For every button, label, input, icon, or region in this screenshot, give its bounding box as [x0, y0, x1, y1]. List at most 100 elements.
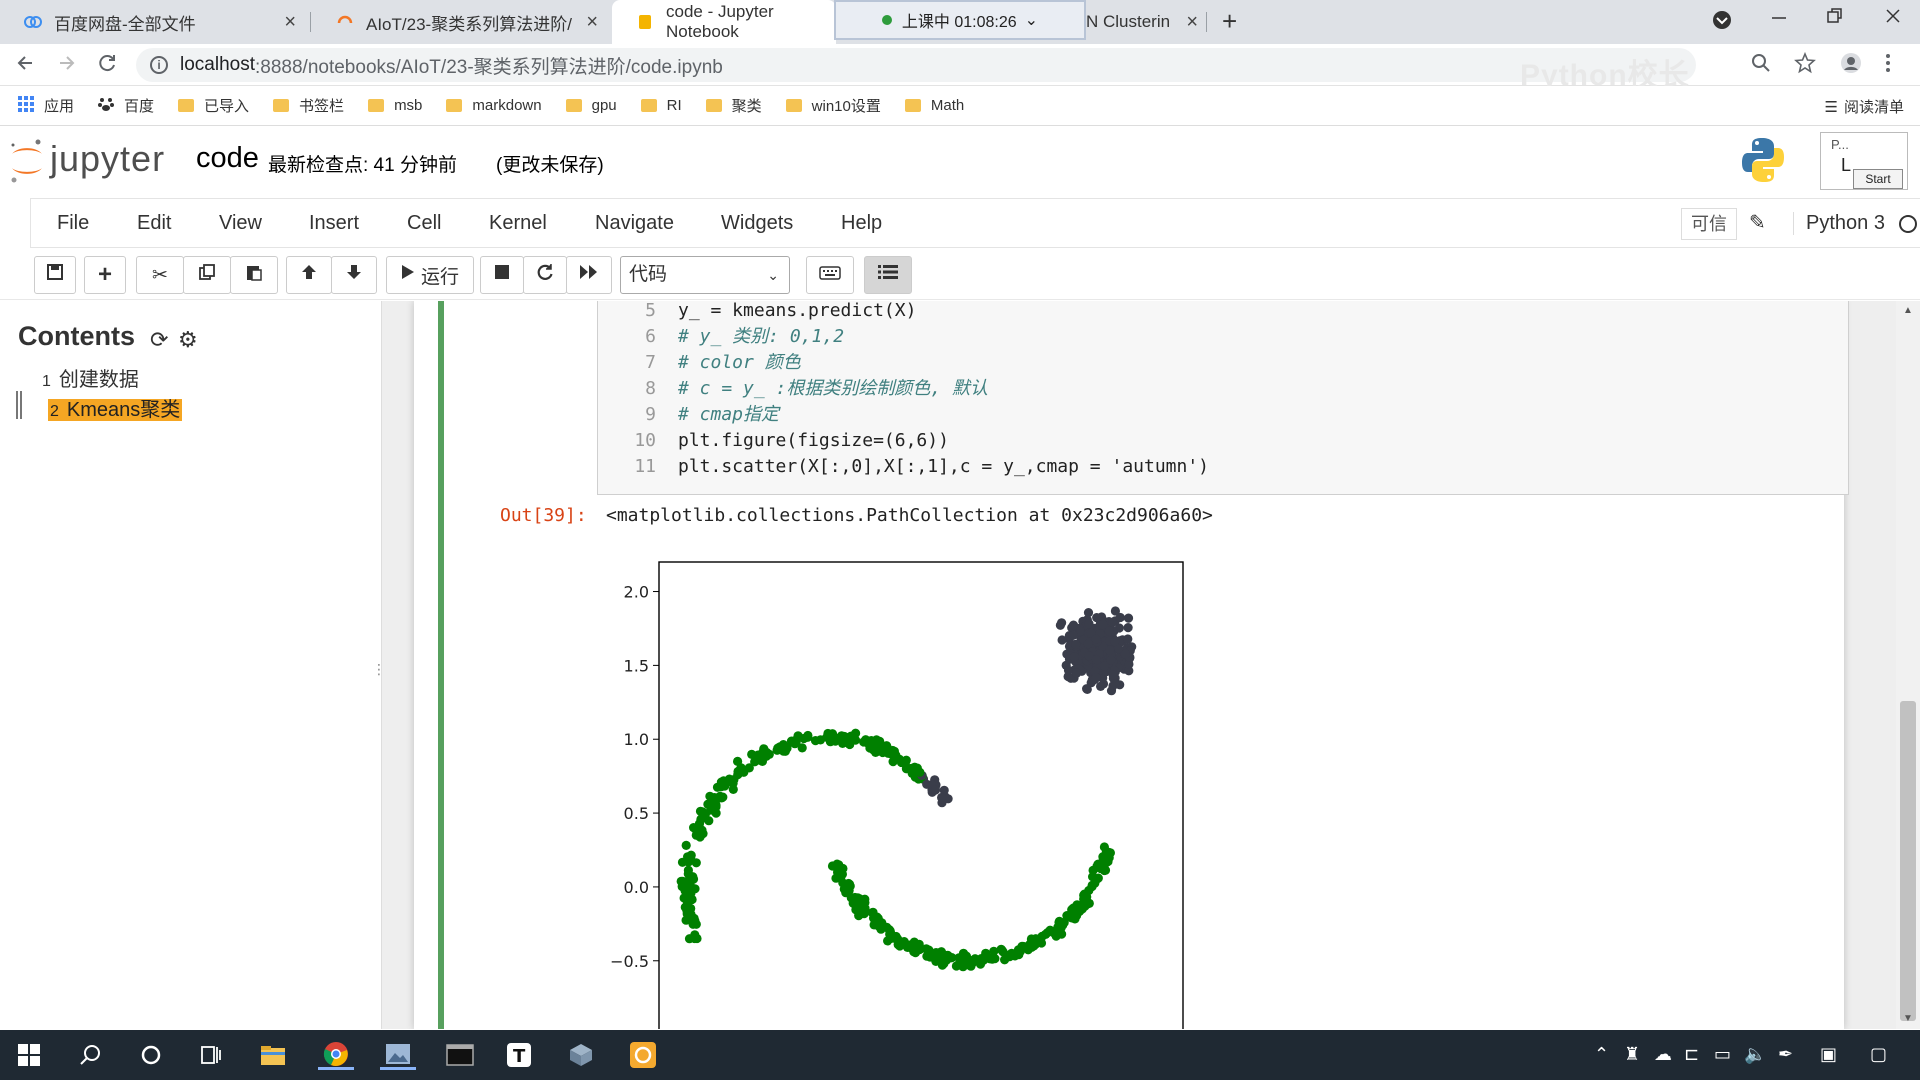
network-icon[interactable]: ⊏ [1684, 1044, 1699, 1065]
restart-button[interactable] [523, 256, 567, 294]
recorder-app-icon[interactable] [628, 1040, 658, 1070]
trusted-badge[interactable]: 可信 [1681, 208, 1737, 240]
bookmark-star-icon[interactable] [1794, 51, 1816, 80]
bookmark-folder[interactable]: 聚类 [705, 95, 762, 116]
menu-edit[interactable]: Edit [137, 212, 171, 235]
tab-search-icon[interactable] [1712, 10, 1732, 36]
jupyter-logo-icon[interactable] [8, 136, 44, 184]
menu-help[interactable]: Help [841, 212, 882, 235]
toc-toggle-button[interactable] [864, 256, 912, 294]
bookmark-folder[interactable]: 书签栏 [273, 95, 344, 116]
interrupt-button[interactable] [480, 256, 524, 294]
tray-expand-icon[interactable]: ⌃ [1594, 1044, 1609, 1065]
new-tab-button[interactable]: + [1222, 6, 1237, 37]
url-input[interactable]: i localhost:8888/notebooks/AIoT/23-聚类系列算… [136, 48, 1696, 82]
scatter-point [1063, 665, 1074, 675]
gear-icon[interactable]: ⚙ [178, 327, 198, 353]
restart-run-all-button[interactable] [566, 256, 612, 294]
run-button[interactable]: 运行 [386, 256, 474, 294]
menu-view[interactable]: View [219, 212, 262, 235]
paste-button[interactable] [230, 256, 278, 294]
tray-orange-icon[interactable]: ▣ [1820, 1044, 1837, 1065]
back-icon[interactable] [14, 52, 36, 80]
tab-baidu-pan[interactable]: 百度网盘-全部文件 × [0, 0, 310, 44]
typora-icon[interactable]: T [504, 1040, 534, 1070]
windows-start-icon[interactable] [14, 1040, 44, 1070]
bookmark-folder[interactable]: Math [904, 97, 964, 114]
bookmark-folder[interactable]: msb [368, 97, 422, 114]
cortana-icon[interactable] [136, 1040, 166, 1070]
close-tab-icon[interactable]: × [284, 11, 296, 34]
bookmark-folder[interactable]: 已导入 [178, 95, 249, 116]
menu-file[interactable]: File [57, 212, 89, 235]
pen-icon[interactable]: ✒ [1778, 1044, 1793, 1065]
bookmark-apps[interactable]: 应用 [18, 95, 74, 116]
tab-code-notebook[interactable]: code - Jupyter Notebook [612, 0, 836, 44]
toc-item-active[interactable]: 2 Kmeans聚类 [48, 393, 183, 422]
file-explorer-icon[interactable] [258, 1040, 288, 1070]
scatter-point [733, 756, 743, 766]
copy-button[interactable] [183, 256, 231, 294]
image-viewer-icon[interactable] [380, 1040, 416, 1070]
more-menu-icon[interactable] [1884, 52, 1892, 80]
scatter-point [1091, 634, 1101, 644]
menu-widgets[interactable]: Widgets [721, 212, 793, 235]
profile-icon[interactable] [1840, 52, 1862, 80]
scroll-up-icon[interactable]: ▲ [1903, 305, 1913, 316]
jupyter-wordmark[interactable]: jupyter [50, 138, 165, 180]
class-timer[interactable]: 上课中 01:08:26 ⌄ [834, 0, 1086, 40]
restore-icon[interactable] [1826, 6, 1844, 32]
virtualbox-icon[interactable] [566, 1040, 596, 1070]
scroll-thumb[interactable] [1900, 701, 1916, 1021]
start-button[interactable]: Start [1853, 169, 1903, 189]
cut-button[interactable]: ✂ [136, 256, 184, 294]
baidu-pan-icon [24, 13, 42, 31]
pencil-icon[interactable]: ✎ [1749, 210, 1766, 235]
reading-list-button[interactable]: ☰ 阅读清单 [1825, 96, 1904, 117]
menu-cell[interactable]: Cell [407, 212, 441, 235]
refresh-icon[interactable]: ⟳ [150, 327, 168, 353]
tab-aiot-folder[interactable]: AIoT/23-聚类系列算法进阶/ × [312, 0, 612, 44]
site-info-icon[interactable]: i [150, 56, 168, 74]
close-window-icon[interactable] [1884, 6, 1902, 32]
insert-cell-button[interactable]: + [84, 256, 126, 294]
cell-type-select[interactable]: 代码 ⌄ [620, 256, 790, 294]
terminal-icon[interactable] [444, 1040, 476, 1070]
tray-app-icon[interactable]: ♜ [1624, 1044, 1640, 1065]
minimize-icon[interactable] [1770, 6, 1788, 32]
task-view-icon[interactable] [196, 1040, 226, 1070]
scroll-down-icon[interactable]: ▼ [1903, 1013, 1913, 1024]
bookmark-folder[interactable]: markdown [446, 97, 542, 114]
forward-icon[interactable] [56, 52, 78, 80]
scatter-point [697, 825, 707, 835]
zoom-icon[interactable] [1750, 52, 1772, 80]
bookmark-folder[interactable]: gpu [565, 97, 617, 114]
reload-icon[interactable] [96, 52, 118, 80]
command-palette-button[interactable] [806, 256, 854, 294]
save-button[interactable] [34, 256, 76, 294]
onedrive-icon[interactable]: ☁ [1654, 1044, 1672, 1065]
menu-kernel[interactable]: Kernel [489, 212, 547, 235]
toc-item[interactable]: 1 创建数据 [42, 363, 139, 392]
bookmark-folder[interactable]: win10设置 [785, 95, 881, 116]
close-tab-icon[interactable]: × [1186, 11, 1198, 34]
close-tab-icon[interactable]: × [586, 11, 598, 34]
tab-clustering[interactable]: N Clusterin × [1086, 0, 1202, 44]
volume-icon[interactable]: 🔈 [1744, 1044, 1766, 1065]
chrome-icon[interactable] [318, 1040, 354, 1070]
search-icon[interactable] [76, 1040, 106, 1070]
notifications-icon[interactable]: ▢ [1870, 1044, 1887, 1065]
menu-navigate[interactable]: Navigate [595, 212, 674, 235]
code-editor[interactable]: 5 y_ = kmeans.predict(X) 6 # y_ 类别: 0,1,2 … [597, 301, 1849, 495]
code-line: 6 # y_ 类别: 0,1,2 [598, 324, 1838, 350]
menu-insert[interactable]: Insert [309, 212, 359, 235]
sidebar-resize-handle[interactable]: ⋮ [372, 661, 386, 678]
move-up-button[interactable] [286, 256, 332, 294]
notebook-name[interactable]: code [196, 142, 259, 175]
bookmark-folder[interactable]: RI [640, 97, 682, 114]
bookmark-baidu[interactable]: 百度 [98, 95, 154, 116]
display-icon[interactable]: ▭ [1714, 1044, 1731, 1065]
scatter-point [734, 767, 744, 777]
move-down-button[interactable] [331, 256, 377, 294]
page-scrollbar[interactable]: ▲ ▼ [1896, 301, 1920, 1029]
